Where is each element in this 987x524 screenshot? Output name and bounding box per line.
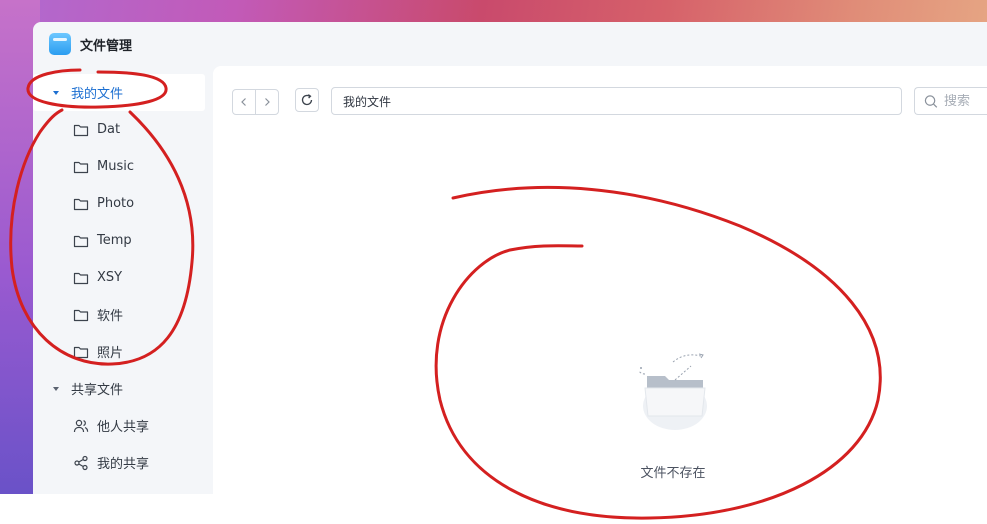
sidebar-item-label: 软件 xyxy=(97,309,124,324)
title-bar: 文件管理 xyxy=(33,22,987,66)
search-input[interactable] xyxy=(944,93,987,109)
sidebar-folder-dat[interactable]: Dat xyxy=(33,111,205,148)
sidebar-item-label: 他人共享 xyxy=(97,420,150,435)
folder-icon xyxy=(73,346,89,358)
sidebar-item-label: 照片 xyxy=(97,346,124,361)
caret-down-icon[interactable] xyxy=(53,386,59,391)
sidebar-item-shared-files[interactable]: 共享文件 xyxy=(33,370,205,407)
app-title: 文件管理 xyxy=(80,38,133,54)
main-panel: 我的文件 文件不存在 xyxy=(213,66,987,494)
path-bar[interactable]: 我的文件 xyxy=(331,87,902,115)
sidebar-item-label: 我的共享 xyxy=(97,457,150,472)
sidebar-item-label: Music xyxy=(97,159,134,174)
history-nav xyxy=(232,89,279,115)
sidebar-item-label: Dat xyxy=(97,122,121,137)
sidebar-folder-xsy[interactable]: XSY xyxy=(33,259,205,296)
users-icon xyxy=(73,419,89,432)
back-button[interactable] xyxy=(233,90,255,114)
file-manager-window: 文件管理 我的文件 Dat Music Photo Temp XSY 软件 照片… xyxy=(33,22,987,494)
empty-state-message: 文件不存在 xyxy=(640,466,706,481)
sidebar-item-label: Temp xyxy=(97,233,132,248)
chevron-left-icon xyxy=(241,98,247,106)
folder-icon xyxy=(73,124,89,136)
sidebar-item-shared-with-me[interactable]: 他人共享 xyxy=(33,407,205,444)
forward-button[interactable] xyxy=(255,90,278,114)
sidebar-folder-photos-cn[interactable]: 照片 xyxy=(33,333,205,370)
sidebar-item-label: 我的文件 xyxy=(71,87,124,102)
sidebar-folder-software[interactable]: 软件 xyxy=(33,296,205,333)
sidebar-item-my-files[interactable]: 我的文件 xyxy=(33,74,205,111)
folder-icon xyxy=(73,161,89,173)
folder-icon xyxy=(73,272,89,284)
folder-icon xyxy=(73,235,89,247)
sidebar-item-label: Photo xyxy=(97,196,135,211)
refresh-button[interactable] xyxy=(295,88,319,112)
sidebar-item-my-shares[interactable]: 我的共享 xyxy=(33,444,205,481)
chevron-right-icon xyxy=(265,98,271,106)
empty-folder-icon xyxy=(638,353,707,430)
sidebar-item-label: XSY xyxy=(97,270,123,285)
file-manager-app-icon xyxy=(49,33,71,55)
caret-down-icon[interactable] xyxy=(53,90,59,95)
sidebar: 我的文件 Dat Music Photo Temp XSY 软件 照片 共享文件… xyxy=(33,72,213,494)
sidebar-folder-music[interactable]: Music xyxy=(33,148,205,185)
folder-icon xyxy=(73,198,89,210)
current-path: 我的文件 xyxy=(343,94,392,109)
refresh-icon xyxy=(301,94,313,106)
share-icon xyxy=(74,455,88,470)
sidebar-folder-temp[interactable]: Temp xyxy=(33,222,205,259)
folder-icon xyxy=(73,309,89,321)
search-icon xyxy=(924,94,938,108)
search-box[interactable] xyxy=(914,87,987,115)
sidebar-folder-photo[interactable]: Photo xyxy=(33,185,205,222)
sidebar-item-label: 共享文件 xyxy=(71,383,124,398)
